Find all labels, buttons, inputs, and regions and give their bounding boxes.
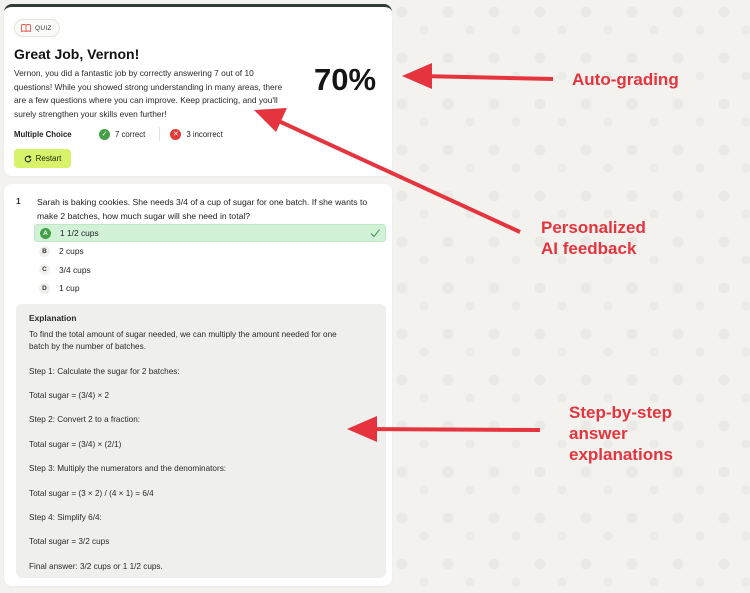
option-a[interactable]: A 1 1/2 cups	[34, 224, 386, 242]
explanation-line: Step 3: Multiply the numerators and the …	[29, 464, 227, 474]
quiz-badge: QUIZ	[14, 19, 60, 37]
incorrect-count: 3 incorrect	[186, 129, 223, 139]
explanation-line: Total sugar = (3/4) × (2/1)	[29, 439, 122, 449]
explanation-line: Step 4: Simplify 6/4:	[29, 512, 102, 522]
checkmark-icon	[370, 229, 380, 238]
annotation-line: AI feedback	[541, 239, 637, 258]
option-d[interactable]: D 1 cup	[34, 279, 386, 297]
divider	[159, 127, 161, 141]
restart-label: Restart	[35, 154, 62, 163]
option-c[interactable]: C 3/4 cups	[34, 261, 386, 279]
explanation-line: To find the total amount of sugar needed…	[29, 330, 337, 339]
quiz-badge-label: QUIZ	[35, 24, 52, 32]
quiz-result-card: QUIZ Great Job, Vernon! Vernon, you did …	[4, 4, 392, 176]
annotation-line: Personalized	[541, 218, 646, 237]
explanation-line: batch by the number of batches.	[29, 342, 146, 352]
stats-row: Multiple Choice ✓ 7 correct ✕ 3 incorrec…	[14, 125, 384, 143]
question-card: 1 Sarah is baking cookies. She needs 3/4…	[4, 184, 392, 586]
option-label: 2 cups	[59, 246, 84, 257]
x-icon: ✕	[170, 128, 182, 140]
question-text: Sarah is baking cookies. She needs 3/4 o…	[37, 197, 368, 221]
check-icon: ✓	[99, 128, 110, 140]
explanation-panel: Explanation To find the total amount of …	[16, 304, 386, 578]
correct-count: 7 correct	[115, 129, 146, 139]
explanation-line	[29, 378, 373, 390]
option-letter: A	[40, 227, 51, 239]
explanation-line	[29, 402, 373, 414]
correct-stat: ✓ 7 correct	[99, 128, 146, 140]
question-type-label: Multiple Choice	[14, 129, 72, 139]
explanation-line	[29, 353, 373, 365]
incorrect-stat: ✕ 3 incorrect	[170, 128, 223, 140]
explanation-line: Total sugar = 3/2 cups	[29, 537, 110, 547]
explanation-line: Total sugar = (3 × 2) / (4 × 1) = 6/4	[29, 488, 154, 498]
explanation-line	[29, 475, 373, 487]
explanation-line	[29, 427, 373, 439]
annotation-line: explanations	[569, 445, 673, 464]
explanation-line	[29, 451, 373, 463]
score-percent: 70%	[314, 62, 377, 97]
book-icon	[21, 24, 31, 32]
option-label: 3/4 cups	[59, 264, 91, 275]
answer-options: A 1 1/2 cups B 2 cups C 3/4 cups D 1 cup	[34, 224, 386, 298]
explanation-line: Step 1: Calculate the sugar for 2 batche…	[29, 366, 180, 376]
restart-button[interactable]: Restart	[14, 149, 71, 168]
annotation-ai-feedback: Personalized AI feedback	[541, 217, 646, 259]
option-label: 1 1/2 cups	[60, 228, 99, 238]
option-letter: D	[39, 282, 50, 294]
question-number: 1	[16, 196, 21, 206]
option-letter: B	[39, 245, 50, 257]
restart-icon	[24, 154, 32, 162]
explanation-line	[29, 524, 373, 536]
result-title: Great Job, Vernon!	[14, 46, 140, 62]
annotation-explanations: Step-by-step answer explanations	[569, 402, 673, 465]
explanation-line	[29, 500, 373, 512]
annotation-auto-grading: Auto-grading	[572, 70, 679, 89]
explanation-title: Explanation	[29, 313, 77, 323]
explanation-line: Total sugar = (3/4) × 2	[29, 390, 110, 400]
explanation-line	[29, 549, 373, 561]
option-label: 1 cup	[59, 283, 80, 294]
annotation-line: Step-by-step	[569, 403, 672, 422]
option-letter: C	[39, 264, 50, 276]
background-pattern	[390, 0, 750, 593]
explanation-line: Step 2: Convert 2 to a fraction:	[29, 415, 141, 425]
ai-feedback-text: Vernon, you did a fantastic job by corre…	[14, 68, 283, 119]
explanation-line: Final answer: 3/2 cups or 1 1/2 cups.	[29, 561, 163, 571]
annotation-line: answer	[569, 424, 628, 443]
option-b[interactable]: B 2 cups	[34, 242, 386, 260]
